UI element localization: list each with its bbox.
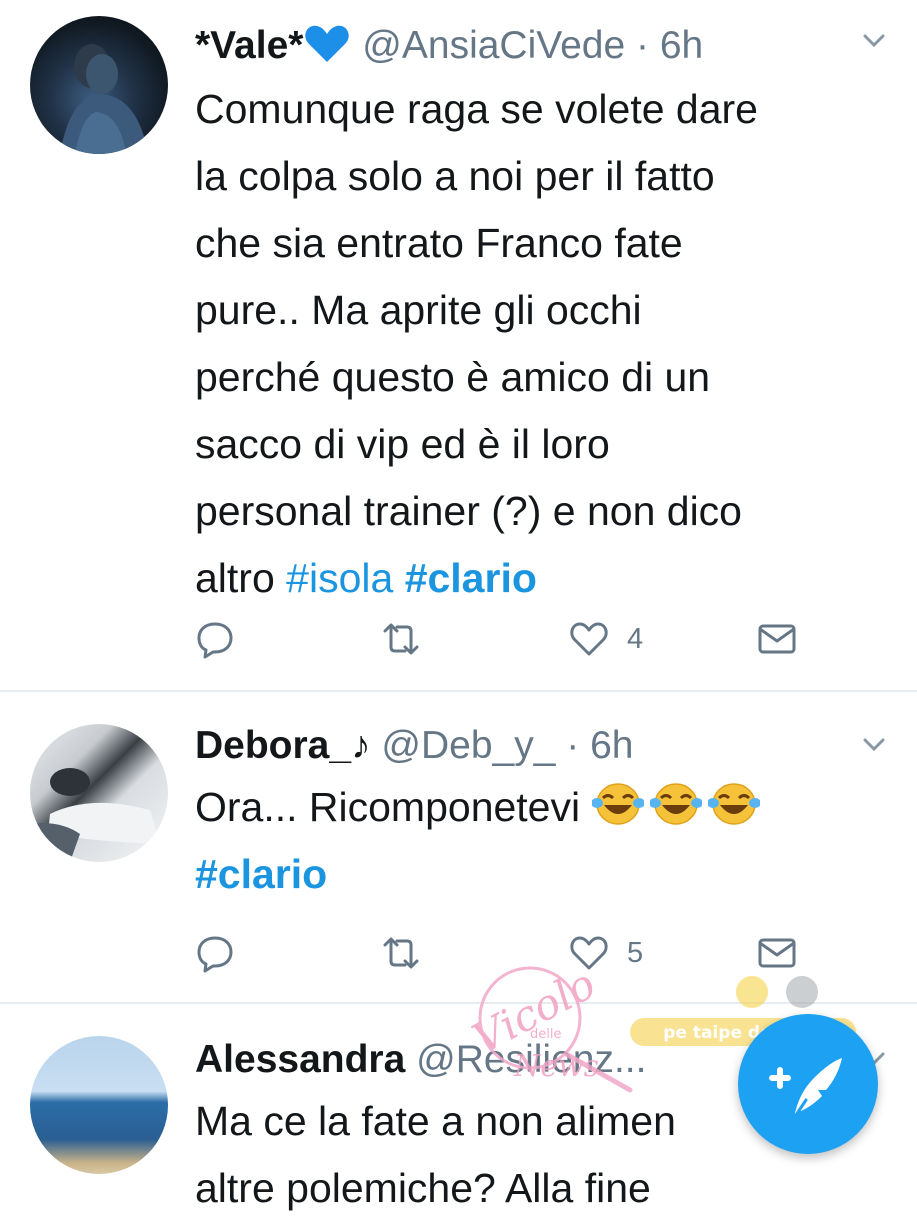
reply-icon [197,936,233,973]
avatar[interactable] [30,1036,168,1174]
dm-icon [758,938,796,968]
like-count: 5 [627,936,644,969]
retweet-icon [383,937,419,969]
tweet-header: *Vale* @AnsiaCiVede · 6h [195,16,837,76]
tweet-1[interactable]: *Vale* @AnsiaCiVede · 6h Comunque raga s… [0,0,917,690]
display-name[interactable]: Alessandra [195,1038,405,1081]
tweet-actions: 5 [195,930,815,976]
tweet-time: · 6h [566,724,634,767]
chevron-down-icon[interactable] [861,732,887,758]
tweet-actions: 4 [195,616,815,662]
avatar[interactable] [30,16,168,154]
user-handle[interactable]: @Deb_y_ [381,724,555,767]
tweet-body: Ma ce la fate a non alimen altre polemic… [195,1098,676,1211]
avatar-photo [30,768,160,862]
user-handle[interactable]: @AnsiaCiVede [362,24,625,67]
tweet-header: Debora_♪ @Deb_y_ · 6h [195,716,837,776]
tweet-body: Ora... Ricomponetevi [195,784,592,830]
dm-button[interactable] [757,930,797,976]
chevron-down-icon[interactable] [861,28,887,54]
tweet-text: Comunque raga se volete dare la colpa so… [195,76,885,612]
tears-of-joy-icon [591,783,650,830]
tweet-time: · 6h [636,24,704,67]
tweet-body: Comunque raga se volete dare la colpa so… [195,86,758,601]
display-name[interactable]: Debora_♪ [195,724,371,767]
reply-button[interactable] [195,930,235,976]
like-icon [570,936,608,970]
tears-of-joy-icon [707,783,766,830]
reply-button[interactable] [195,616,235,662]
user-handle[interactable]: @Resilienz... [416,1038,646,1081]
display-name[interactable]: *Vale* [195,24,303,67]
dm-icon [758,624,796,654]
compose-tweet-icon [769,1058,842,1120]
retweet-icon [383,623,419,655]
hashtag-isola[interactable]: #isola [286,555,393,601]
dm-button[interactable] [757,616,797,662]
tweet-text: Ora... Ricomponetevi #clario [195,774,885,908]
like-button[interactable]: 4 [569,616,643,662]
compose-tweet-button[interactable] [738,1014,878,1154]
retweet-button[interactable] [381,930,421,976]
reply-icon [197,622,233,659]
blue-heart-icon [303,24,351,67]
tears-of-joy-icon [649,783,708,830]
hashtag-clario[interactable]: #clario [195,851,327,897]
retweet-button[interactable] [381,616,421,662]
like-count: 4 [627,622,644,655]
like-icon [570,622,608,656]
like-button[interactable]: 5 [569,930,643,976]
avatar-photo [60,44,148,154]
avatar[interactable] [30,724,168,862]
tweet-2[interactable]: Debora_♪ @Deb_y_ · 6h Ora... Ricomponete… [0,692,917,1002]
hashtag-clario[interactable]: #clario [405,555,537,601]
